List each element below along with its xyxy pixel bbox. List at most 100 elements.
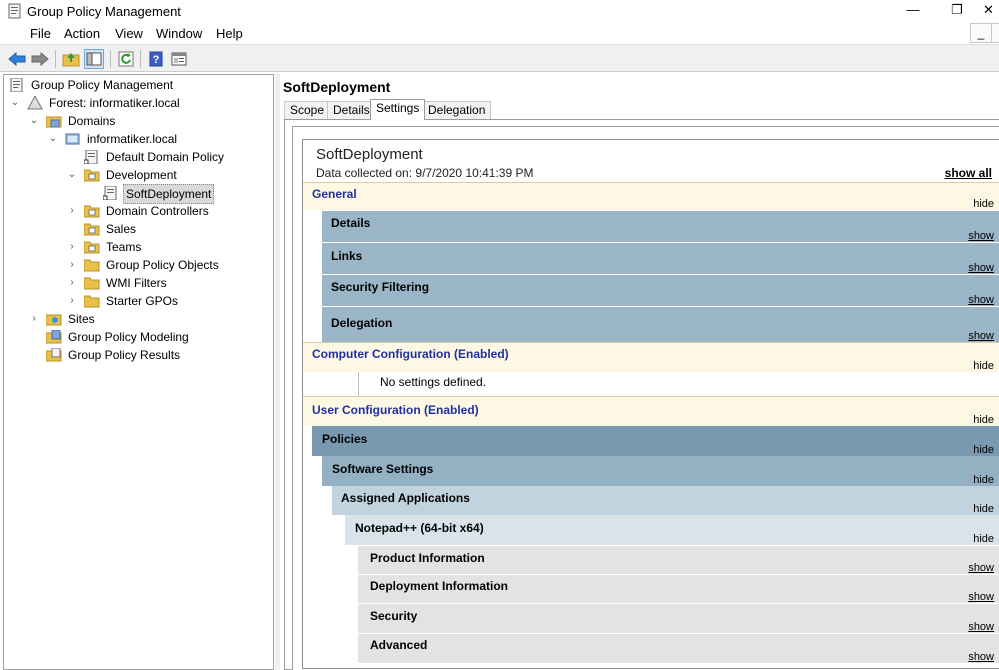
- tree-item-forest[interactable]: ⌄ Forest: informatiker.local: [4, 94, 272, 112]
- close-button[interactable]: ✕: [978, 0, 999, 22]
- section-title: General: [312, 187, 357, 201]
- tab-details[interactable]: Details: [327, 101, 376, 119]
- collapse-chevron-icon[interactable]: ⌄: [29, 112, 39, 130]
- show-link[interactable]: show: [968, 230, 994, 242]
- folder-icon: [84, 295, 100, 308]
- menu-window[interactable]: Window: [156, 26, 202, 41]
- section-user-configuration[interactable]: User Configuration (Enabled) hide: [303, 396, 999, 426]
- help-icon[interactable]: ?: [146, 49, 166, 69]
- tree-item-wmi-filters[interactable]: › WMI Filters: [4, 274, 272, 292]
- expand-chevron-icon[interactable]: ›: [67, 292, 77, 310]
- tab-delegation[interactable]: Delegation: [422, 101, 492, 119]
- tree-label: Development: [106, 168, 177, 182]
- hide-link[interactable]: hide: [973, 503, 994, 515]
- gpo-link-icon: [103, 186, 117, 200]
- tree-label: Group Policy Results: [68, 348, 181, 362]
- collapse-chevron-icon[interactable]: ⌄: [10, 94, 20, 112]
- section-advanced[interactable]: Advanced show: [358, 633, 999, 663]
- show-link[interactable]: show: [968, 262, 994, 274]
- show-link[interactable]: show: [968, 651, 994, 663]
- folder-icon: [84, 277, 100, 290]
- forward-icon[interactable]: [30, 49, 50, 69]
- hide-link[interactable]: hide: [973, 198, 994, 210]
- tree-item-group-policy-management[interactable]: Group Policy Management: [4, 76, 272, 94]
- section-assigned-applications[interactable]: Assigned Applications hide: [332, 486, 999, 515]
- tree-item-softdeployment[interactable]: SoftDeployment: [4, 184, 272, 204]
- restore-button[interactable]: ❐: [934, 0, 980, 22]
- section-computer-configuration[interactable]: Computer Configuration (Enabled) hide: [303, 342, 999, 372]
- hide-link[interactable]: hide: [973, 444, 994, 456]
- minimize-button[interactable]: —: [890, 0, 936, 22]
- section-security-filtering[interactable]: Security Filtering show: [322, 274, 999, 306]
- hide-link[interactable]: hide: [973, 360, 994, 372]
- menu-action[interactable]: Action: [64, 26, 100, 41]
- tree-item-sites[interactable]: › Sites: [4, 310, 272, 328]
- section-notepad-package[interactable]: Notepad++ (64-bit x64) hide: [345, 515, 999, 545]
- mdi-minimize-button[interactable]: _: [970, 23, 992, 43]
- tree-item-teams[interactable]: › Teams: [4, 238, 272, 256]
- section-delegation[interactable]: Delegation show: [322, 306, 999, 342]
- svg-text:?: ?: [153, 54, 160, 66]
- report-frame: SoftDeployment Data collected on: 9/7/20…: [292, 126, 999, 670]
- tree-item-results[interactable]: Group Policy Results: [4, 346, 272, 364]
- section-policies[interactable]: Policies hide: [312, 426, 999, 456]
- section-title: Deployment Information: [370, 579, 509, 593]
- show-link[interactable]: show: [968, 591, 994, 603]
- section-deployment-information[interactable]: Deployment Information show: [358, 574, 999, 603]
- tree-item-default-domain-policy[interactable]: Default Domain Policy: [4, 148, 272, 166]
- tab-scope[interactable]: Scope: [284, 101, 331, 119]
- section-security[interactable]: Security show: [358, 603, 999, 633]
- show-all-link[interactable]: show all: [945, 166, 992, 180]
- settings-report: SoftDeployment Data collected on: 9/7/20…: [302, 139, 999, 669]
- collapse-chevron-icon[interactable]: ⌄: [48, 130, 58, 148]
- section-links[interactable]: Links show: [322, 242, 999, 274]
- tree-label: Teams: [106, 240, 142, 254]
- section-title: Computer Configuration (Enabled): [312, 347, 509, 361]
- mdi-restore-button[interactable]: [991, 23, 999, 43]
- back-icon[interactable]: [7, 49, 27, 69]
- expand-chevron-icon[interactable]: ›: [29, 310, 39, 328]
- no-settings-row: No settings defined.: [358, 372, 999, 396]
- tab-settings[interactable]: Settings: [370, 99, 426, 120]
- expand-chevron-icon[interactable]: ›: [67, 238, 77, 256]
- tree-item-domain[interactable]: ⌄ informatiker.local: [4, 130, 272, 148]
- section-title: Advanced: [370, 638, 428, 652]
- show-link[interactable]: show: [968, 294, 994, 306]
- section-title: Software Settings: [332, 462, 434, 476]
- collapse-chevron-icon[interactable]: ⌄: [67, 166, 77, 184]
- properties-icon[interactable]: [169, 49, 189, 69]
- menu-file[interactable]: File: [30, 26, 51, 41]
- section-title: Security Filtering: [331, 280, 430, 294]
- settings-tab-body: SoftDeployment Data collected on: 9/7/20…: [284, 119, 999, 670]
- domains-icon: [46, 116, 62, 128]
- tree-item-development[interactable]: ⌄ Development: [4, 166, 272, 184]
- hide-link[interactable]: hide: [973, 474, 994, 486]
- tree-item-domain-controllers[interactable]: › Domain Controllers: [4, 202, 272, 220]
- hide-link[interactable]: hide: [973, 533, 994, 545]
- section-general[interactable]: General hide: [303, 182, 999, 210]
- show-hide-tree-icon[interactable]: [84, 49, 104, 69]
- up-folder-icon[interactable]: [61, 49, 81, 69]
- section-details[interactable]: Details show: [322, 210, 999, 242]
- tree-item-starter-gpos[interactable]: › Starter GPOs: [4, 292, 272, 310]
- expand-chevron-icon[interactable]: ›: [67, 274, 77, 292]
- show-link[interactable]: show: [968, 621, 994, 633]
- folder-icon: [84, 259, 100, 272]
- show-link[interactable]: show: [968, 330, 994, 342]
- expand-chevron-icon[interactable]: ›: [67, 202, 77, 220]
- hide-link[interactable]: hide: [973, 414, 994, 426]
- show-link[interactable]: show: [968, 562, 994, 574]
- refresh-icon[interactable]: [116, 49, 136, 69]
- section-product-information[interactable]: Product Information show: [358, 545, 999, 574]
- details-pane: SoftDeployment Scope Details Settings De…: [280, 74, 999, 670]
- gpm-app-icon: [8, 3, 21, 19]
- tree-item-modeling[interactable]: Group Policy Modeling: [4, 328, 272, 346]
- menu-view[interactable]: View: [115, 26, 143, 41]
- tree-label: Domains: [68, 114, 116, 128]
- section-software-settings[interactable]: Software Settings hide: [322, 456, 999, 486]
- tree-item-group-policy-objects[interactable]: › Group Policy Objects: [4, 256, 272, 274]
- tree-item-sales[interactable]: Sales: [4, 220, 272, 238]
- tree-item-domains[interactable]: ⌄ Domains: [4, 112, 272, 130]
- expand-chevron-icon[interactable]: ›: [67, 256, 77, 274]
- menu-help[interactable]: Help: [216, 26, 243, 41]
